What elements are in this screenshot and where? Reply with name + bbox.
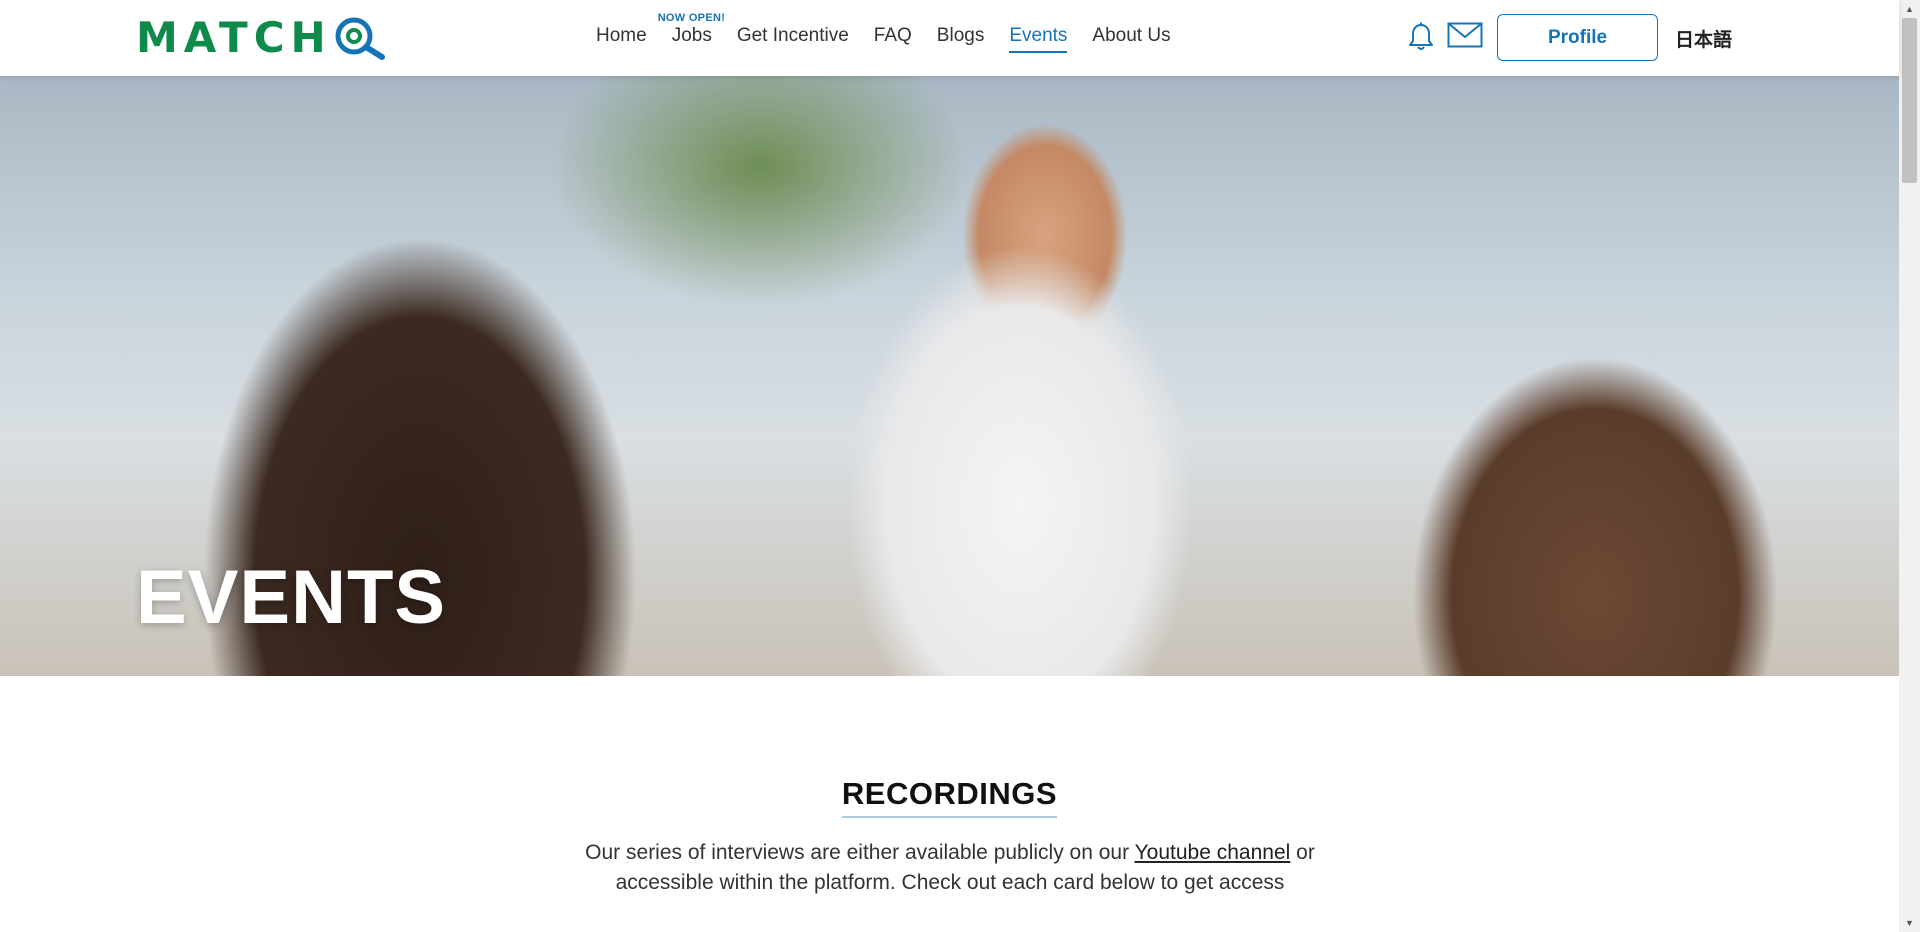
mail-icon[interactable]: [1447, 22, 1483, 53]
nav-jobs[interactable]: NOW OPEN! Jobs: [658, 12, 725, 51]
nav-faq[interactable]: FAQ: [874, 21, 912, 51]
recordings-intro: Our series of interviews are either avai…: [585, 841, 1315, 894]
scroll-thumb[interactable]: [1902, 18, 1917, 183]
main-nav: Home NOW OPEN! Jobs Get Incentive FAQ Bl…: [596, 0, 1196, 72]
logo[interactable]: MATCH: [136, 12, 386, 62]
scroll-down-arrow-icon[interactable]: ▼: [1905, 918, 1914, 928]
nav-events[interactable]: Events: [1009, 21, 1068, 53]
hero-banner: EVENTS: [0, 76, 1899, 676]
nav-blogs[interactable]: Blogs: [937, 21, 985, 51]
logo-magnifier-icon: [335, 17, 385, 60]
page-scrollbar[interactable]: ▲ ▼: [1899, 0, 1920, 932]
language-switch[interactable]: 日本語: [1675, 25, 1732, 52]
logo-text: MATCH: [136, 12, 332, 62]
hero-title: EVENTS: [136, 555, 447, 640]
scroll-up-arrow-icon[interactable]: ▲: [1905, 4, 1914, 14]
bell-icon[interactable]: [1408, 22, 1434, 57]
youtube-channel-link[interactable]: Youtube channel: [1135, 841, 1291, 864]
nav-home[interactable]: Home: [596, 21, 647, 51]
recordings-title: RECORDINGS: [841, 776, 1058, 818]
now-open-badge: NOW OPEN!: [657, 12, 726, 24]
nav-get-incentive[interactable]: Get Incentive: [737, 21, 849, 51]
nav-about-us[interactable]: About Us: [1092, 21, 1170, 51]
recordings-heading: RECORDINGS: [0, 776, 1899, 818]
profile-button[interactable]: Profile: [1497, 14, 1658, 61]
site-header: MATCH Home NOW OPEN! Jobs Get Incentive …: [0, 0, 1899, 76]
